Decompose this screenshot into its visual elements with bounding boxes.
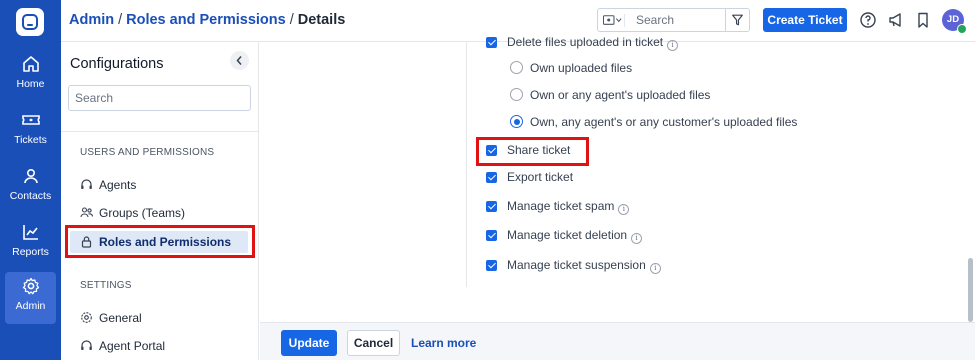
breadcrumb-separator: / — [118, 12, 123, 28]
create-ticket-button[interactable]: Create Ticket — [763, 8, 847, 32]
update-button[interactable]: Update — [281, 330, 337, 356]
nav-contacts[interactable]: Contacts — [0, 162, 61, 214]
info-icon[interactable]: i — [649, 263, 661, 274]
gear-icon — [81, 312, 92, 323]
person-icon — [23, 168, 38, 184]
home-icon — [22, 56, 39, 72]
radio-label: Own uploaded files — [530, 61, 633, 75]
breadcrumb-roles[interactable]: Roles and Permissions — [126, 12, 286, 28]
ticket-icon — [21, 115, 40, 125]
option-label-manage-spam: Manage ticket spam i — [507, 199, 630, 215]
nav-tickets[interactable]: Tickets — [0, 106, 61, 158]
headset-icon — [81, 179, 92, 189]
section-settings: SETTINGS — [80, 280, 132, 291]
radio-own-agent-customer-uploaded[interactable] — [510, 115, 523, 128]
radio-label: Own, any agent's or any customer's uploa… — [530, 115, 798, 129]
portal-icon — [81, 340, 92, 350]
config-item-groups[interactable]: Groups (Teams) — [80, 206, 185, 220]
footer-actions: Update Cancel Learn more — [260, 322, 975, 360]
configurations-title: Configurations — [70, 56, 164, 72]
info-icon[interactable]: i — [631, 233, 643, 244]
option-label-manage-suspension: Manage ticket suspension i — [507, 258, 661, 274]
search-type-dropdown-icon[interactable] — [603, 14, 625, 27]
option-label-delete-files: Delete files uploaded in ticket i — [507, 35, 679, 51]
collapse-panel-button[interactable] — [230, 51, 249, 70]
search-input[interactable]: Search — [636, 13, 674, 27]
config-item-label: Groups (Teams) — [99, 206, 186, 220]
divider — [61, 131, 258, 132]
section-users-permissions: USERS AND PERMISSIONS — [80, 147, 215, 158]
breadcrumb-admin[interactable]: Admin — [69, 12, 114, 28]
config-item-label: Agents — [99, 178, 137, 192]
nav-admin-label: Admin — [15, 300, 46, 312]
checkbox-delete-files[interactable] — [486, 37, 497, 48]
config-item-label: General — [99, 311, 142, 325]
checkbox-export-ticket[interactable] — [486, 172, 497, 183]
config-item-general[interactable]: General — [80, 311, 142, 325]
online-status-badge — [957, 24, 967, 34]
permissions-content — [260, 42, 975, 322]
radio-label: Own or any agent's uploaded files — [530, 88, 711, 102]
avatar-initials: JD — [946, 14, 960, 25]
nav-contacts-label: Contacts — [9, 190, 52, 202]
option-label-manage-deletion: Manage ticket deletion i — [507, 228, 643, 244]
nav-reports-label: Reports — [12, 246, 49, 258]
config-item-label: Agent Portal — [99, 339, 166, 353]
nav-tickets-label: Tickets — [14, 134, 47, 146]
highlight-box-share-ticket — [476, 137, 589, 166]
group-icon — [80, 207, 93, 218]
highlight-box-roles — [65, 225, 255, 258]
info-icon[interactable]: i — [618, 204, 630, 215]
avatar[interactable]: JD — [942, 9, 967, 34]
chart-icon — [22, 225, 38, 240]
help-icon[interactable] — [859, 11, 877, 29]
divider — [466, 42, 467, 287]
checkbox-manage-deletion[interactable] — [486, 230, 497, 241]
gear-icon — [22, 277, 39, 295]
cancel-button[interactable]: Cancel — [347, 330, 400, 356]
nav-reports[interactable]: Reports — [0, 218, 61, 270]
breadcrumb: Admin / Roles and Permissions / Details — [69, 12, 345, 28]
breadcrumb-separator: / — [289, 12, 294, 28]
megaphone-icon[interactable] — [887, 11, 905, 29]
configurations-search-input[interactable]: Search — [68, 85, 251, 111]
global-search[interactable]: Search — [597, 8, 750, 32]
config-item-agents[interactable]: Agents — [80, 178, 136, 192]
radio-own-or-agent-uploaded[interactable] — [510, 88, 523, 101]
option-label-export-ticket: Export ticket — [507, 170, 574, 184]
chevron-left-icon — [236, 56, 242, 65]
filter-icon[interactable] — [725, 8, 749, 32]
checkbox-manage-spam[interactable] — [486, 201, 497, 212]
scrollbar[interactable] — [968, 258, 973, 322]
nav-admin[interactable]: Admin — [5, 272, 56, 324]
radio-own-uploaded[interactable] — [510, 61, 523, 74]
nav-home-label: Home — [16, 78, 45, 90]
checkbox-manage-suspension[interactable] — [486, 260, 497, 271]
bookmark-icon[interactable] — [914, 11, 932, 29]
left-navigation: Home Tickets Contacts Reports Admin — [0, 0, 61, 360]
app-logo[interactable] — [16, 8, 44, 36]
configurations-panel: Configurations Search USERS AND PERMISSI… — [61, 42, 259, 360]
info-icon[interactable]: i — [667, 40, 679, 51]
nav-home[interactable]: Home — [0, 50, 61, 102]
config-item-agent-portal[interactable]: Agent Portal — [80, 339, 165, 353]
learn-more-link[interactable]: Learn more — [411, 336, 476, 350]
breadcrumb-current: Details — [297, 12, 346, 28]
